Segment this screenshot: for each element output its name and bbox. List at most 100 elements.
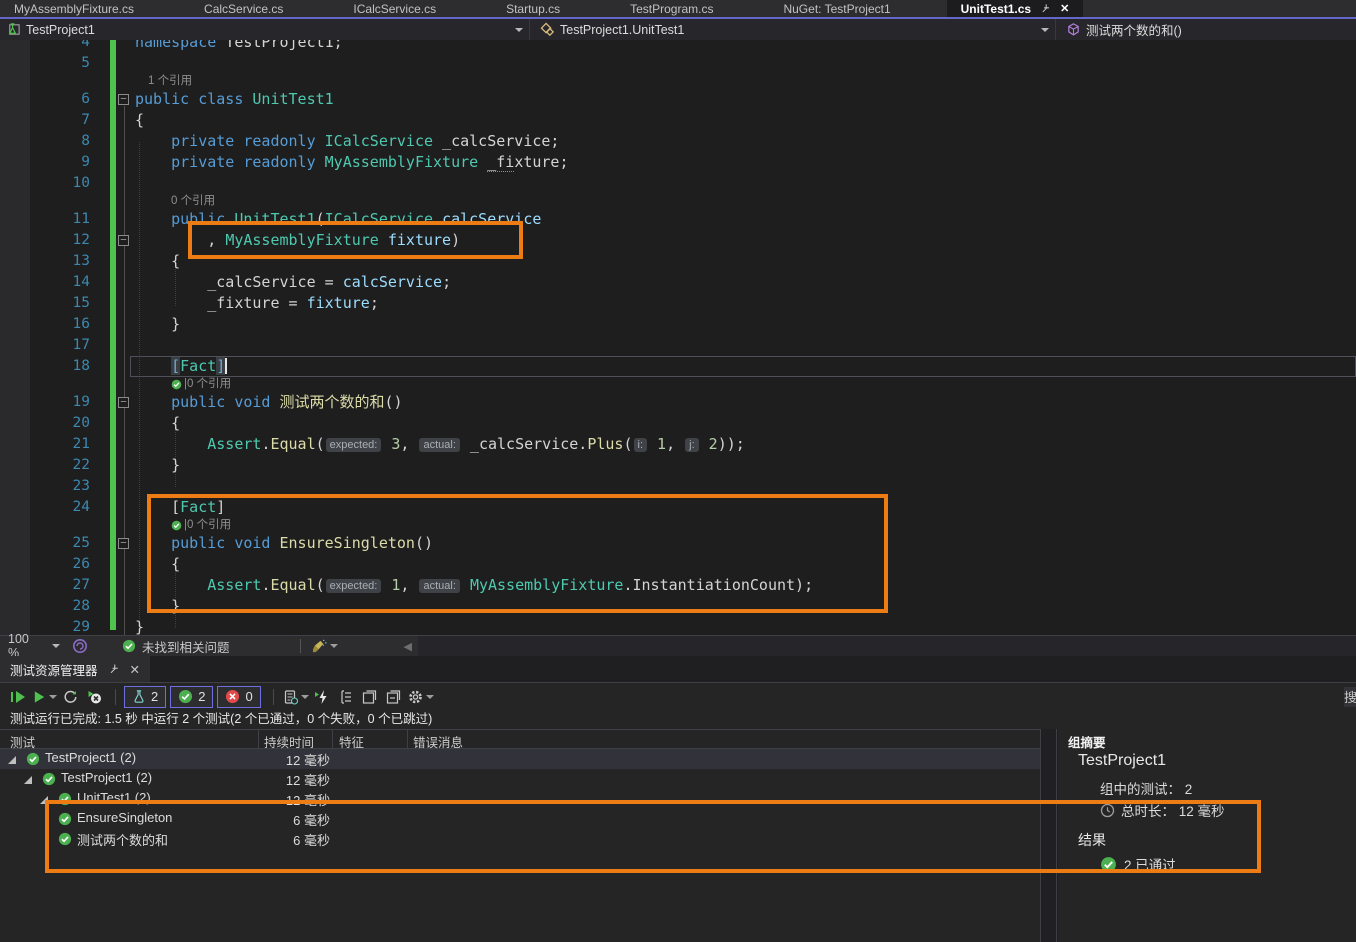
code-line[interactable]: 15 _fixture = fixture; xyxy=(0,293,1356,314)
code-line[interactable]: 20 { xyxy=(0,413,1356,434)
cancel-run-button[interactable] xyxy=(83,686,105,708)
fold-collapse-box[interactable]: – xyxy=(118,538,129,549)
document-tab[interactable]: Startup.cs xyxy=(492,0,574,17)
pin-icon[interactable] xyxy=(108,663,120,675)
test-result-row[interactable]: 测试两个数的和6 毫秒 xyxy=(0,829,1040,849)
test-passed-icon xyxy=(58,792,72,809)
codelens-indicator[interactable]: 1 个引用 xyxy=(0,74,1356,89)
editor-status-bar: 100 % 未找到相关问题 ◀ xyxy=(0,635,1356,656)
expand-all-button[interactable] xyxy=(359,686,381,708)
document-tab[interactable]: UnitTest1.cs✕ xyxy=(947,0,1084,17)
fold-collapse-box[interactable]: – xyxy=(118,235,129,246)
code-line[interactable]: 12– , MyAssemblyFixture fixture) xyxy=(0,230,1356,251)
tab-label: TestProgram.cs xyxy=(630,2,713,16)
code-line[interactable]: 22 } xyxy=(0,455,1356,476)
hscroll-left-arrow[interactable]: ◀ xyxy=(404,640,412,653)
run-all-tests-button[interactable] xyxy=(8,686,30,708)
code-line[interactable]: 8 private readonly ICalcService _calcSer… xyxy=(0,131,1356,152)
code-line[interactable]: 7{ xyxy=(0,110,1356,131)
document-tab[interactable]: ICalcService.cs xyxy=(339,0,450,17)
code-line[interactable]: 28 } xyxy=(0,596,1356,617)
code-line[interactable]: 26 { xyxy=(0,554,1356,575)
member-dropdown[interactable]: 测试两个数的和() xyxy=(1056,19,1356,40)
repeat-last-run-button[interactable] xyxy=(59,686,81,708)
expander-triangle[interactable] xyxy=(24,776,32,784)
code-line[interactable]: 25– public void EnsureSingleton() xyxy=(0,533,1356,554)
summary-duration-text: 总时长： 12 毫秒 xyxy=(1121,800,1225,820)
fold-collapse-box[interactable]: – xyxy=(118,94,129,105)
line-number: 23 xyxy=(0,476,90,497)
code-line[interactable]: 14 _calcService = calcService; xyxy=(0,272,1356,293)
column-divider[interactable] xyxy=(407,730,408,750)
test-passed-icon xyxy=(171,379,182,390)
document-health-indicator[interactable]: 未找到相关问题 xyxy=(122,637,230,656)
close-icon[interactable]: ✕ xyxy=(130,662,140,677)
test-project-icon xyxy=(6,22,21,37)
code-line[interactable]: 18 [Fact] xyxy=(0,356,1356,377)
search-input[interactable]: 搜索 xyxy=(1344,687,1356,707)
code-text: public class UnitTest1 xyxy=(135,89,334,110)
test-explorer-tab[interactable]: 测试资源管理器 ✕ xyxy=(0,656,150,682)
code-line[interactable]: 10 xyxy=(0,173,1356,194)
code-line[interactable]: 5 xyxy=(0,53,1356,74)
codelens-indicator[interactable]: |0 个引用 xyxy=(0,518,1356,533)
check-circle-icon xyxy=(1100,856,1117,873)
failed-tests-counter[interactable]: 0 xyxy=(217,686,260,708)
code-line[interactable]: 19– public void 测试两个数的和() xyxy=(0,392,1356,413)
total-tests-counter[interactable]: 2 xyxy=(124,686,166,708)
code-editor[interactable]: 4namespace TestProject1;51 个引用6–public c… xyxy=(0,40,1356,635)
settings-button[interactable] xyxy=(407,686,434,708)
type-dropdown[interactable]: TestProject1.UnitTest1 xyxy=(530,19,1056,40)
assistant-icon[interactable] xyxy=(72,638,88,654)
expander-triangle[interactable] xyxy=(40,796,48,804)
code-line[interactable]: 16 } xyxy=(0,314,1356,335)
passed-tests-counter[interactable]: 2 xyxy=(170,686,213,708)
document-tab[interactable]: CalcService.cs xyxy=(190,0,297,17)
line-number: 14 xyxy=(0,272,90,293)
horizontal-scrollbar[interactable] xyxy=(418,636,1356,656)
document-tab[interactable]: TestProgram.cs xyxy=(616,0,727,17)
pin-icon[interactable] xyxy=(1040,3,1051,14)
test-result-row[interactable]: TestProject1 (2)12 毫秒 xyxy=(0,769,1040,789)
code-line[interactable]: 11 public UnitTest1(ICalcService calcSer… xyxy=(0,209,1356,230)
inline-parameter-hint: i: xyxy=(634,438,648,452)
column-divider[interactable] xyxy=(332,730,333,750)
document-tab[interactable]: NuGet: TestProject1 xyxy=(769,0,904,17)
playlist-button[interactable] xyxy=(282,686,309,708)
test-result-row[interactable]: TestProject1 (2)12 毫秒 xyxy=(0,749,1040,769)
run-failed-tests-button[interactable] xyxy=(311,686,333,708)
expander-triangle[interactable] xyxy=(8,756,16,764)
code-line[interactable]: 24 [Fact] xyxy=(0,497,1356,518)
code-line[interactable]: 21 Assert.Equal(expected: 3, actual: _ca… xyxy=(0,434,1356,455)
run-test-button[interactable] xyxy=(32,686,57,708)
code-line[interactable]: 13 { xyxy=(0,251,1356,272)
grid-summary-divider[interactable] xyxy=(1040,729,1057,942)
line-number: 7 xyxy=(0,110,90,131)
code-text: } xyxy=(135,617,144,635)
column-divider[interactable] xyxy=(258,730,259,750)
chevron-down-icon[interactable] xyxy=(1041,28,1049,32)
project-dropdown[interactable]: TestProject1 xyxy=(0,19,530,40)
code-line[interactable]: 6–public class UnitTest1 xyxy=(0,89,1356,110)
group-by-button[interactable] xyxy=(335,686,357,708)
code-line[interactable]: 17 xyxy=(0,335,1356,356)
code-cleanup-button[interactable] xyxy=(311,635,338,657)
summary-results-label: 结果 xyxy=(1078,830,1106,850)
code-line[interactable]: 29} xyxy=(0,617,1356,635)
codelens-indicator[interactable]: 0 个引用 xyxy=(0,194,1356,209)
close-icon[interactable]: ✕ xyxy=(1060,2,1069,15)
chevron-down-icon[interactable] xyxy=(515,28,523,32)
code-line[interactable]: 9 private readonly MyAssemblyFixture _fi… xyxy=(0,152,1356,173)
run-summary-text: 测试运行已完成: 1.5 秒 中运行 2 个测试(2 个已通过，0 个失败，0 … xyxy=(0,710,1356,729)
test-result-row[interactable]: UnitTest1 (2)12 毫秒 xyxy=(0,789,1040,809)
code-line[interactable]: 4namespace TestProject1; xyxy=(0,40,1356,53)
collapse-all-button[interactable] xyxy=(383,686,405,708)
code-line[interactable]: 23 xyxy=(0,476,1356,497)
divider xyxy=(300,639,301,653)
code-line[interactable]: 27 Assert.Equal(expected: 1, actual: MyA… xyxy=(0,575,1356,596)
document-tab[interactable]: MyAssemblyFixture.cs xyxy=(0,0,148,17)
fold-collapse-box[interactable]: – xyxy=(118,397,129,408)
codelens-indicator[interactable]: |0 个引用 xyxy=(0,377,1356,392)
line-number: 21 xyxy=(0,434,90,455)
test-result-row[interactable]: EnsureSingleton6 毫秒 xyxy=(0,809,1040,829)
